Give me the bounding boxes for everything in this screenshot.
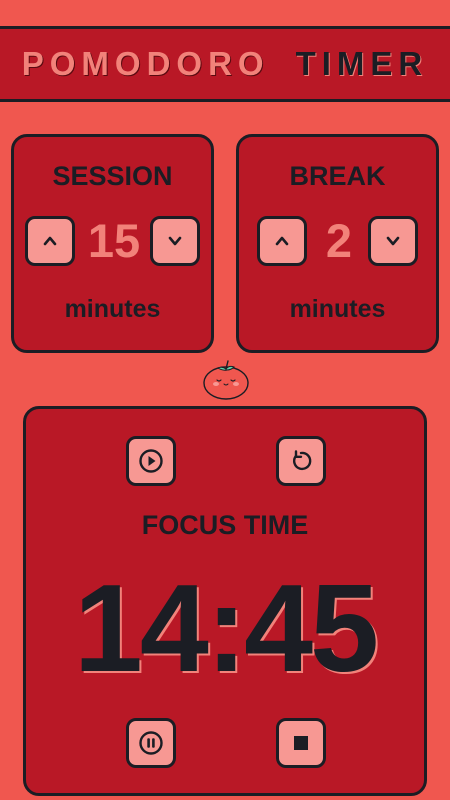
break-stepper: 2 <box>239 216 436 266</box>
timer-card: FOCUS TIME 14:45 <box>23 406 427 796</box>
break-title: BREAK <box>289 161 386 191</box>
timer-label: FOCUS TIME <box>141 510 309 540</box>
session-title: SESSION <box>52 161 173 191</box>
pause-icon <box>139 731 163 755</box>
break-unit: minutes <box>289 295 386 323</box>
play-icon <box>139 449 163 473</box>
break-length-value: 2 <box>325 214 353 267</box>
session-unit: minutes <box>64 295 161 323</box>
tomato-icon <box>203 360 249 400</box>
break-card: BREAK 2 minutes <box>236 134 439 353</box>
session-card: SESSION 15 minutes <box>11 134 214 353</box>
chevron-up-icon <box>275 236 289 246</box>
session-length-value: 15 <box>87 214 141 267</box>
break-decrement-button[interactable] <box>368 216 418 266</box>
pause-button[interactable] <box>126 718 176 768</box>
stop-icon <box>294 736 308 750</box>
chevron-up-icon <box>43 236 57 246</box>
app-header: POMODORO TIMER <box>0 26 450 102</box>
reset-button[interactable] <box>276 436 326 486</box>
title-timer: TIMER <box>295 45 429 82</box>
break-increment-button[interactable] <box>257 216 307 266</box>
start-button[interactable] <box>126 436 176 486</box>
chevron-down-icon <box>168 236 182 246</box>
reset-icon <box>292 450 312 471</box>
title-pomodoro: POMODORO <box>21 45 270 82</box>
session-decrement-button[interactable] <box>150 216 200 266</box>
stop-button[interactable] <box>276 718 326 768</box>
time-display: 14:45 <box>73 560 379 698</box>
session-increment-button[interactable] <box>25 216 75 266</box>
chevron-down-icon <box>386 236 400 246</box>
session-stepper: 15 <box>14 216 211 266</box>
